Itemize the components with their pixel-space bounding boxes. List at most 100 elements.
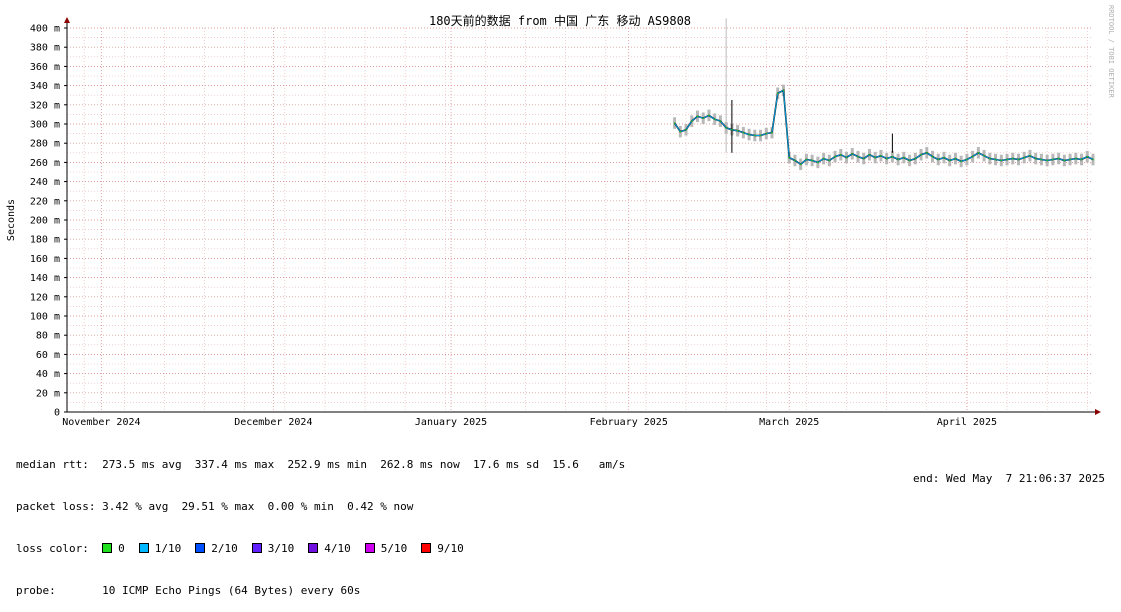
loss-color-label-text: 2/10	[211, 542, 238, 555]
y-axis-arrow	[64, 17, 70, 23]
data-point	[885, 157, 888, 160]
y-tick-label: 360 m	[30, 62, 60, 73]
data-point	[731, 128, 733, 131]
y-tick-label: 60 m	[36, 350, 60, 361]
loss-color-label: loss color:	[16, 542, 103, 555]
packet-loss-line: packet loss: 3.42 % avg 29.51 % max 0.00…	[16, 500, 414, 513]
data-point	[851, 152, 854, 155]
loss-color-item: 4/10	[308, 542, 351, 555]
data-point	[765, 132, 768, 135]
data-point	[948, 159, 951, 162]
data-point	[742, 131, 745, 134]
y-tick-label: 240 m	[30, 177, 60, 188]
data-point	[845, 156, 848, 159]
data-point	[908, 159, 911, 162]
loss-color-line: loss color: 0 1/10 2/10 3/10 4/10 5/10 9/10	[16, 542, 625, 556]
data-point	[891, 155, 894, 158]
x-tick-label: December 2024	[234, 417, 312, 428]
data-point	[994, 158, 997, 161]
data-point	[954, 157, 957, 160]
x-tick-label: March 2025	[759, 417, 819, 428]
probe-line: probe: 10 ICMP Echo Pings (64 Bytes) eve…	[16, 584, 361, 597]
data-point	[1017, 158, 1020, 161]
data-point	[1080, 158, 1083, 161]
data-point	[903, 156, 905, 159]
data-point	[776, 92, 779, 95]
data-point	[811, 159, 813, 162]
y-tick-labels: 0 20 m 40 m 60 m 80 m 100 m 120 m 140 m 160 m 180…	[30, 24, 67, 419]
data-point	[788, 156, 791, 159]
data-point	[822, 157, 825, 160]
data-point	[1029, 154, 1031, 157]
loss-color-label-text: 3/10	[267, 542, 295, 555]
data-point	[989, 157, 991, 160]
data-point	[828, 159, 831, 162]
data-point	[937, 158, 940, 161]
data-point	[862, 157, 865, 160]
data-point	[983, 154, 985, 157]
data-point	[673, 122, 676, 124]
loss-color-label-text: 0	[118, 542, 125, 555]
axes	[64, 17, 1101, 415]
loss-color-label-text: 1/10	[154, 542, 182, 555]
data-point	[914, 157, 917, 160]
x-tick-label: February 2025	[590, 417, 668, 428]
data-point	[897, 158, 899, 161]
data-point	[977, 152, 980, 154]
loss-color-swatch	[102, 543, 113, 553]
data-point	[794, 159, 796, 162]
y-tick-label: 160 m	[30, 254, 60, 265]
y-tick-label: 80 m	[36, 331, 60, 342]
loss-color-item: 2/10	[195, 542, 238, 555]
loss-color-item: 1/10	[138, 542, 182, 555]
data-point	[679, 130, 682, 133]
data-point	[759, 134, 762, 137]
y-tick-label: 20 m	[36, 388, 60, 399]
data-point	[880, 154, 882, 157]
data-point	[1092, 158, 1094, 161]
y-tick-label: 340 m	[30, 81, 60, 92]
latency-chart: 180天前的数据 from 中国 广东 移动 AS9808 Seconds RR…	[6, 5, 1115, 428]
data-point	[799, 163, 802, 166]
x-tick-label: January 2025	[415, 417, 487, 428]
x-tick-label: November 2024	[62, 417, 140, 428]
data-point	[971, 155, 974, 158]
data-point	[736, 129, 739, 132]
loss-color-swatch	[308, 543, 319, 553]
loss-color-item: 9/10	[421, 542, 464, 555]
data-point	[713, 118, 716, 120]
x-tick-label: April 2025	[937, 417, 997, 428]
data-point	[931, 155, 934, 158]
data-point	[702, 117, 705, 120]
data-point	[754, 134, 756, 137]
legend: median rtt: 273.5 ms avg 337.4 ms max 25…	[16, 430, 625, 612]
data-point	[1000, 159, 1003, 162]
y-tick-label: 100 m	[30, 312, 60, 323]
data-point	[1057, 157, 1060, 160]
y-tick-label: 300 m	[30, 120, 60, 131]
data-point	[925, 152, 928, 154]
data-point	[834, 155, 836, 158]
data-point	[960, 160, 962, 163]
data-point	[943, 156, 945, 159]
data-point	[1040, 158, 1043, 161]
data-point	[782, 89, 785, 92]
y-tick-label: 200 m	[30, 216, 60, 227]
data-point	[748, 133, 750, 136]
y-tick-label: 180 m	[30, 235, 60, 246]
data-point	[1063, 159, 1066, 162]
data-point	[1046, 159, 1048, 162]
y-tick-label: 380 m	[30, 43, 60, 54]
y-axis-label: Seconds	[6, 199, 17, 241]
y-tick-label: 320 m	[30, 100, 60, 111]
data-point	[920, 153, 922, 156]
data-point	[1069, 158, 1071, 161]
rrdtool-watermark: RRDTOOL / TOBI OETIKER	[1107, 5, 1115, 99]
data-point	[696, 115, 699, 118]
data-point	[725, 127, 727, 129]
data-point	[839, 153, 842, 156]
loss-color-swatch	[421, 543, 432, 553]
data-point	[966, 158, 968, 161]
loss-color-swatch	[251, 543, 262, 553]
data-point	[857, 155, 859, 158]
